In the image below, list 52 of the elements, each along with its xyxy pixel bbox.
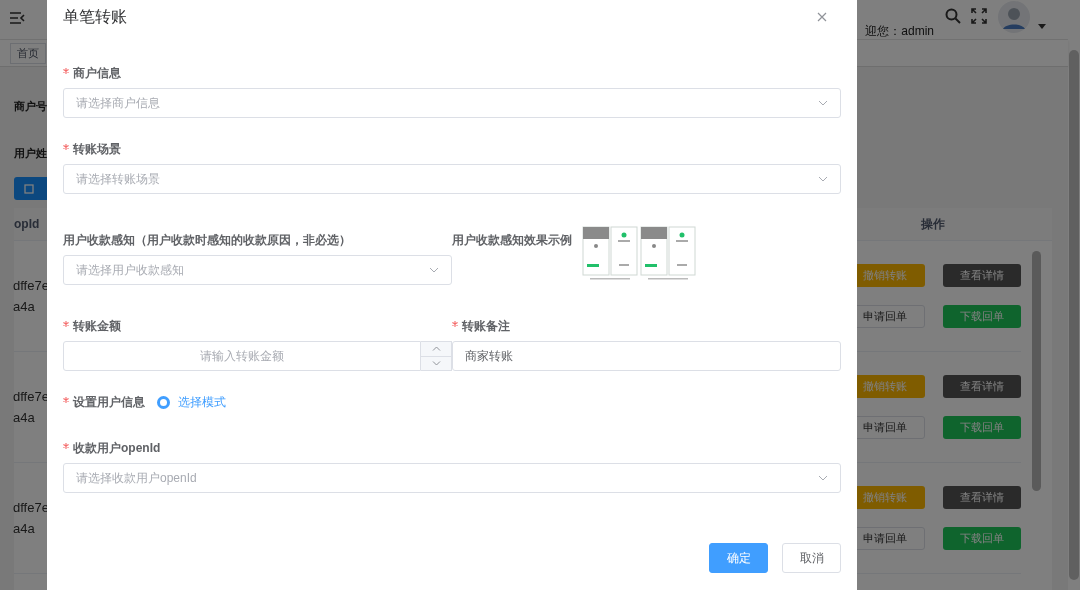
table-cell-text: a4a: [13, 521, 36, 536]
welcome-text: 迎您：admin: [865, 23, 934, 40]
square-icon: [24, 183, 34, 194]
cancel-button[interactable]: 取消: [782, 543, 841, 573]
scrollbar[interactable]: [1069, 50, 1079, 580]
select-field[interactable]: 请选择收款用户openId: [63, 463, 841, 493]
avatar-icon[interactable]: [998, 0, 1030, 33]
chevron-down-icon: [818, 100, 828, 106]
select-field[interactable]: 请选择商户信息: [63, 88, 841, 118]
dialog-title: 单笔转账: [63, 6, 127, 27]
table-cell-text: a4a: [13, 299, 36, 314]
chevron-up-icon: [431, 346, 441, 352]
menu-icon[interactable]: [10, 11, 25, 24]
remark-input[interactable]: 商家转账: [452, 341, 841, 371]
select-field[interactable]: 请选择转账场景: [63, 164, 841, 194]
table-cell: dffe7e: [13, 389, 49, 404]
filter-label: 用户姓: [14, 146, 47, 161]
select-field[interactable]: 请选择用户收款感知: [63, 255, 452, 285]
chevron-down-icon: [818, 176, 828, 182]
close-icon[interactable]: [817, 12, 827, 22]
action-button[interactable]: 下载回单: [943, 305, 1021, 328]
field-label: 用户收款感知（用户收款时感知的收款原因，非必选）: [63, 232, 351, 249]
caret-icon[interactable]: [1038, 24, 1046, 29]
confirm-button[interactable]: 确定: [709, 543, 768, 573]
table-cell: dffe7e: [13, 278, 49, 293]
fullscreen-icon[interactable]: [971, 7, 987, 24]
scrollbar[interactable]: [1032, 251, 1041, 491]
search-icon[interactable]: [945, 7, 961, 24]
field-label: 转账金额: [73, 318, 121, 335]
field-label: 转账备注: [462, 318, 510, 335]
field-label: 商户信息: [73, 65, 121, 82]
field-label: 用户收款感知效果示例: [452, 232, 572, 249]
tab[interactable]: 首页: [10, 42, 46, 64]
chevron-down-icon: [818, 475, 828, 481]
column-header: 操作: [920, 215, 946, 233]
action-button[interactable]: 查看详情: [943, 375, 1021, 398]
column-header: opId: [14, 217, 40, 231]
chevron-down-icon: [429, 267, 439, 273]
radio-option[interactable]: 选择模式: [157, 393, 226, 411]
filter-label: 商户号: [14, 99, 47, 114]
field-label: 转账场景: [73, 141, 121, 158]
table-cell: dffe7e: [13, 500, 49, 515]
chevron-down-icon: [431, 360, 441, 366]
table-cell-text: a4a: [13, 410, 36, 425]
action-button[interactable]: 查看详情: [943, 486, 1021, 509]
field-label: 设置用户信息: [73, 394, 145, 411]
amount-input[interactable]: 请输入转账金额: [63, 341, 421, 371]
action-button[interactable]: 下载回单: [943, 527, 1021, 550]
action-button[interactable]: 查看详情: [943, 264, 1021, 287]
action-button[interactable]: 下载回单: [943, 416, 1021, 439]
field-label: 收款用户openId: [73, 440, 161, 457]
increase-button[interactable]: [421, 342, 451, 357]
